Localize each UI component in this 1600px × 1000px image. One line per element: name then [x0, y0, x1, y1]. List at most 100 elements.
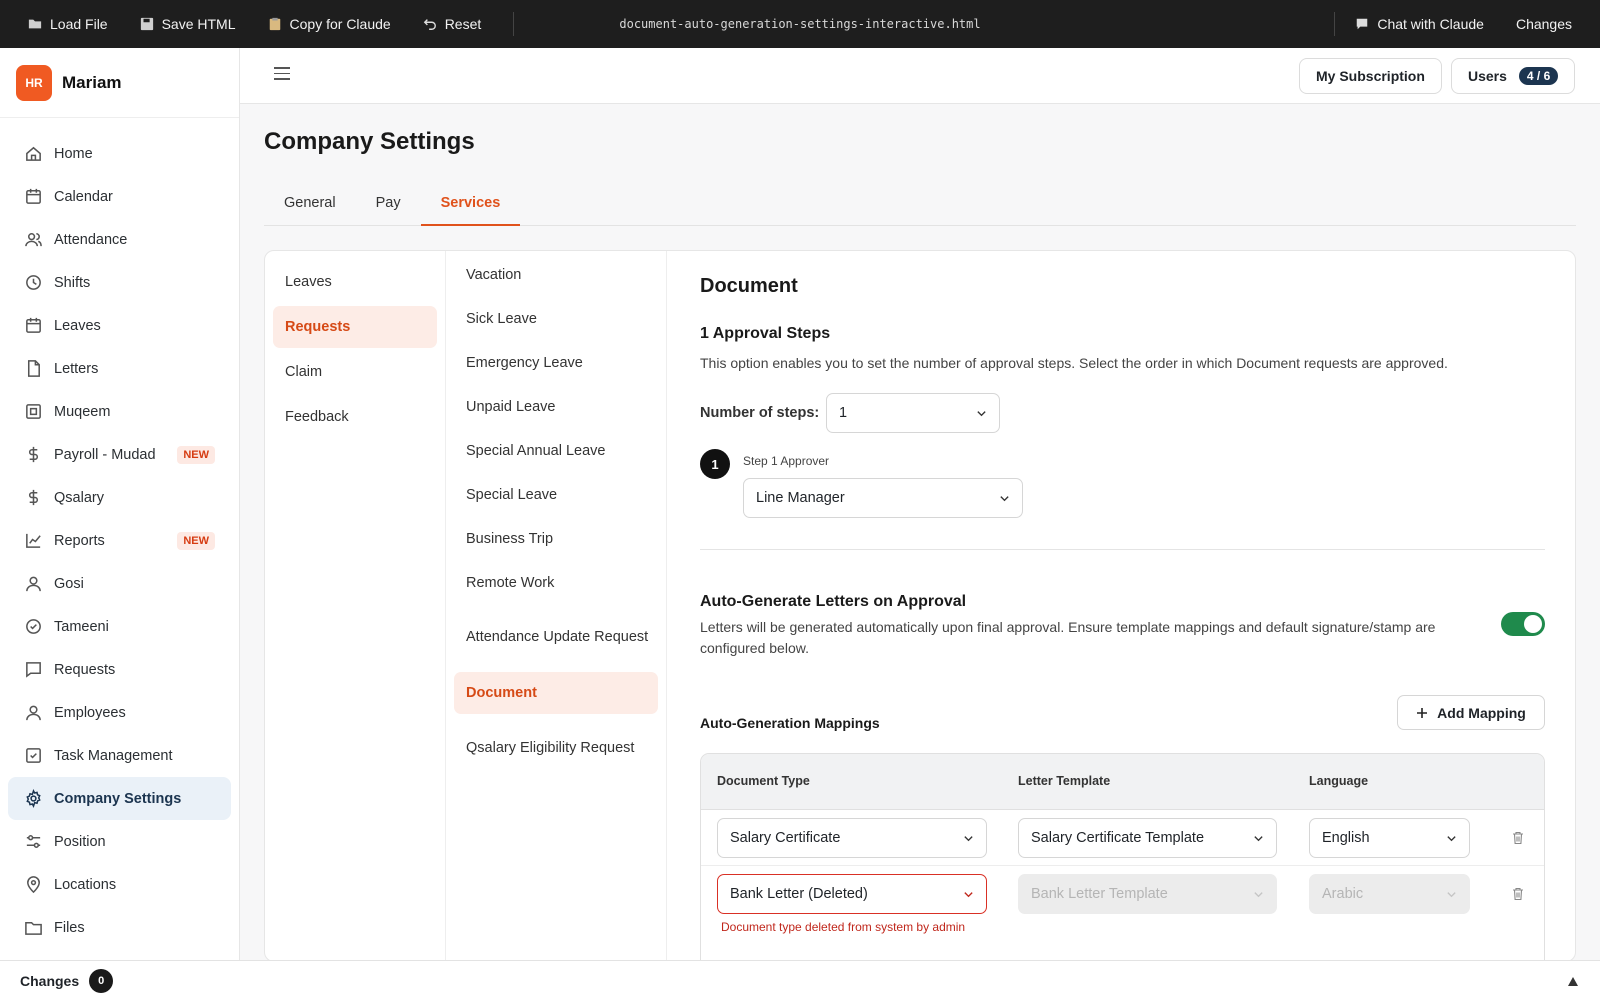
pin-icon — [27, 876, 40, 894]
changes-bar: Changes 0 — [0, 960, 1600, 1000]
file-icon — [27, 360, 40, 377]
request-type-attendance-update-request[interactable]: Attendance Update Request — [454, 605, 658, 670]
changes-button[interactable]: Changes — [1516, 16, 1572, 32]
chevron-down-icon — [1000, 496, 1009, 502]
category-claim[interactable]: Claim — [273, 351, 437, 393]
sidebar-item-reports[interactable]: Reports NEW — [8, 519, 231, 562]
clipboard-icon — [269, 17, 280, 31]
folder-icon — [25, 921, 42, 935]
step-approver-select[interactable]: Line Manager — [743, 478, 1023, 518]
sidebar-item-position[interactable]: Position — [8, 820, 231, 863]
chat-with-claude-button[interactable]: Chat with Claude — [1355, 16, 1484, 32]
new-badge: NEW — [177, 531, 215, 550]
number-of-steps-select[interactable]: 1 — [826, 393, 1000, 433]
auto-generate-toggle[interactable] — [1501, 612, 1545, 636]
main-header: My Subscription Users 4 / 6 — [240, 48, 1600, 104]
trash-icon[interactable] — [1511, 887, 1525, 901]
users-label: Users — [1468, 68, 1507, 84]
sidebar-item-shifts[interactable]: Shifts — [8, 261, 231, 304]
add-mapping-label: Add Mapping — [1437, 704, 1526, 721]
reset-label: Reset — [444, 16, 482, 32]
services-panel: Leaves Requests Claim Feedback Vacation Sick… — [264, 250, 1576, 962]
sidebar-item-label: Locations — [54, 876, 117, 893]
save-html-button[interactable]: Save HTML — [140, 16, 236, 32]
tab-pay[interactable]: Pay — [356, 188, 421, 226]
check-circle-icon — [26, 619, 41, 634]
gear-icon — [26, 789, 41, 808]
top-toolbar: Load File Save HTML Copy for Claude Rese… — [0, 0, 1600, 48]
copy-for-claude-label: Copy for Claude — [289, 16, 391, 32]
request-type-unpaid-leave[interactable]: Unpaid Leave — [454, 385, 658, 429]
document-type-select[interactable]: Bank Letter (Deleted) — [717, 874, 987, 914]
sidebar-item-label: Company Settings — [54, 790, 182, 807]
request-type-special-leave[interactable]: Special Leave — [454, 473, 658, 517]
mappings-table: Document Type Letter Template Language S… — [700, 753, 1545, 961]
letter-template-select[interactable]: Salary Certificate Template — [1018, 818, 1277, 858]
trash-icon[interactable] — [1511, 831, 1525, 845]
request-type-sick-leave[interactable]: Sick Leave — [454, 297, 658, 341]
copy-for-claude-button[interactable]: Copy for Claude — [268, 16, 391, 32]
mappings-title: Auto-Generation Mappings — [700, 715, 880, 731]
sidebar-item-qsalary[interactable]: Qsalary — [8, 476, 231, 519]
sidebar-item-employees[interactable]: Employees — [8, 691, 231, 734]
sidebar-item-company-settings[interactable]: Company Settings — [8, 777, 231, 820]
menu-icon[interactable] — [274, 67, 290, 81]
letter-template-select: Bank Letter Template — [1018, 874, 1277, 914]
chevron-down-icon — [1447, 892, 1456, 898]
my-subscription-button[interactable]: My Subscription — [1299, 58, 1442, 94]
request-type-remote-work[interactable]: Remote Work — [454, 561, 658, 605]
request-type-document[interactable]: Document — [454, 672, 658, 714]
request-type-emergency-leave[interactable]: Emergency Leave — [454, 341, 658, 385]
category-feedback[interactable]: Feedback — [273, 396, 437, 438]
sidebar-item-files[interactable]: Files — [8, 906, 231, 949]
request-type-vacation[interactable]: Vacation — [454, 253, 658, 297]
chat-with-claude-label: Chat with Claude — [1377, 16, 1484, 32]
column-letter-template: Letter Template — [1018, 774, 1111, 788]
language-select[interactable]: English — [1309, 818, 1470, 858]
dollar-icon — [28, 489, 39, 506]
sidebar-item-payroll-mudad[interactable]: Payroll - Mudad NEW — [8, 433, 231, 476]
sidebar-item-tameeni[interactable]: Tameeni — [8, 605, 231, 648]
toggle-knob — [1524, 615, 1542, 633]
sidebar-item-task-management[interactable]: Task Management — [8, 734, 231, 777]
sidebar-item-home[interactable]: Home — [8, 132, 231, 175]
sidebar-item-leaves[interactable]: Leaves — [8, 304, 231, 347]
add-mapping-button[interactable]: Add Mapping — [1397, 695, 1545, 730]
chevron-down-icon — [1254, 892, 1263, 898]
brand-logo: HR — [16, 64, 52, 101]
sidebar-item-label: Muqeem — [54, 403, 111, 420]
sidebar-item-locations[interactable]: Locations — [8, 863, 231, 906]
sidebar-item-label: Qsalary — [54, 489, 104, 506]
chevron-down-icon — [1254, 836, 1263, 842]
sidebar-item-requests[interactable]: Requests — [8, 648, 231, 691]
request-type-business-trip[interactable]: Business Trip — [454, 517, 658, 561]
sidebar-item-gosi[interactable]: Gosi — [8, 562, 231, 605]
table-row: Bank Letter (Deleted) Document type dele… — [701, 866, 1544, 961]
sidebar-item-label: Employees — [54, 704, 126, 721]
reset-button[interactable]: Reset — [423, 16, 482, 32]
document-type-select[interactable]: Salary Certificate — [717, 818, 987, 858]
sidebar-item-label: Tameeni — [54, 618, 109, 635]
user-icon — [26, 576, 41, 592]
column-language: Language — [1309, 774, 1369, 788]
tab-services[interactable]: Services — [420, 188, 521, 226]
request-type-special-annual-leave[interactable]: Special Annual Leave — [454, 429, 658, 473]
document-settings: Document 1 Approval Steps This option en… — [668, 251, 1575, 961]
brand[interactable]: HR Mariam — [0, 48, 239, 118]
sidebar-item-calendar[interactable]: Calendar — [8, 175, 231, 218]
chart-icon — [26, 533, 41, 548]
users-button[interactable]: Users 4 / 6 — [1451, 58, 1576, 94]
chevron-down-icon — [964, 836, 973, 842]
request-type-qsalary-eligibility-request[interactable]: Qsalary Eligibility Request — [454, 716, 658, 781]
changes-bar-label: Changes — [20, 972, 80, 989]
sidebar-item-attendance[interactable]: Attendance — [8, 218, 231, 261]
save-html-label: Save HTML — [161, 16, 236, 32]
sidebar-item-letters[interactable]: Letters — [8, 347, 231, 390]
category-leaves[interactable]: Leaves — [273, 261, 437, 303]
message-icon — [26, 662, 41, 678]
expand-icon[interactable] — [1568, 977, 1578, 986]
load-file-button[interactable]: Load File — [28, 16, 108, 32]
sidebar-item-muqeem[interactable]: Muqeem — [8, 390, 231, 433]
category-requests[interactable]: Requests — [273, 306, 437, 348]
tab-general[interactable]: General — [264, 188, 356, 226]
